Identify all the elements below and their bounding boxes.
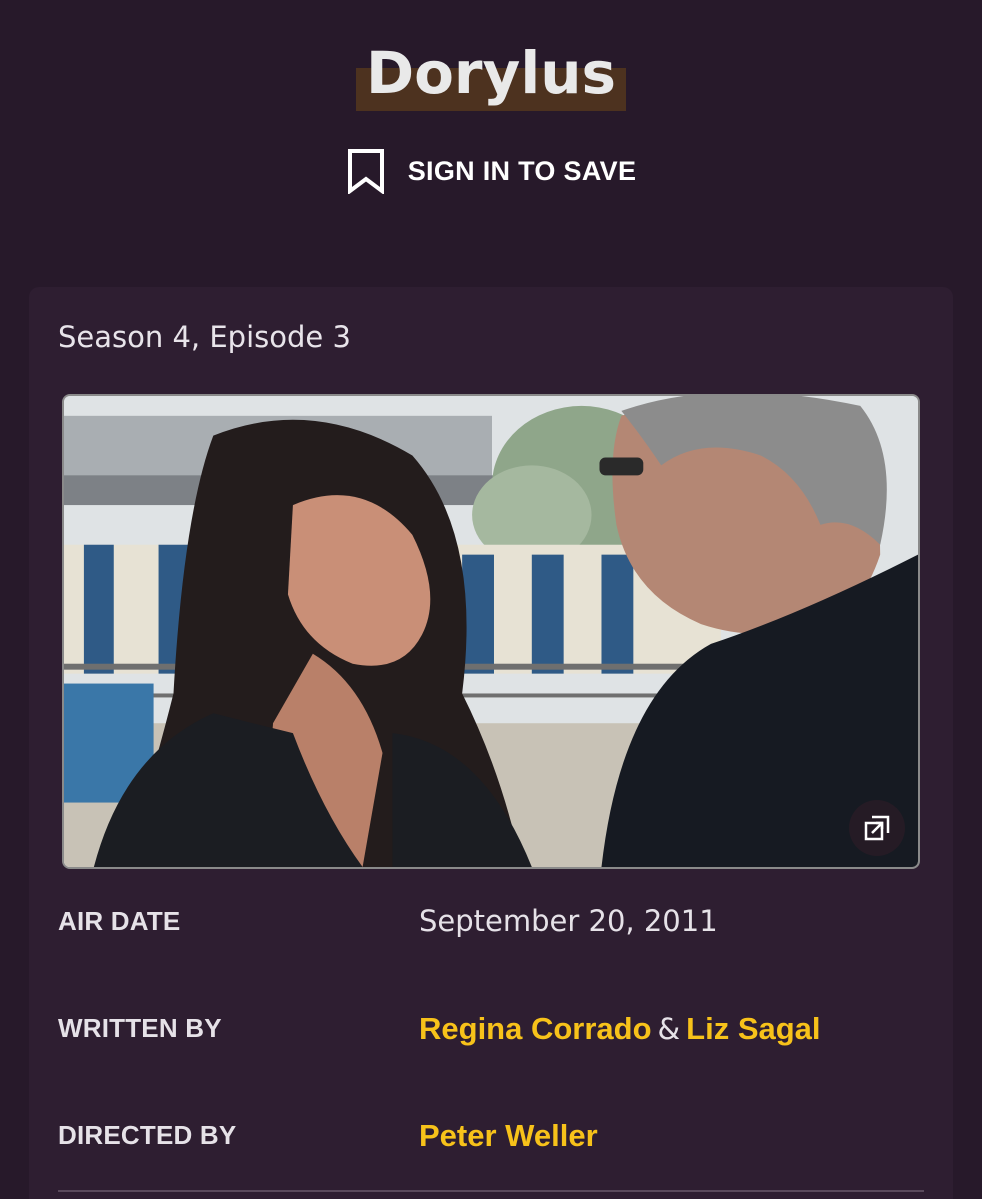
season-episode-label: Season 4, Episode 3 — [58, 320, 351, 354]
air-date-label: AIR DATE — [58, 906, 181, 936]
title-container: Dorylus — [0, 38, 982, 108]
writer-link[interactable]: Liz Sagal — [686, 1011, 820, 1046]
writers-separator: & — [657, 1012, 681, 1046]
directed-by-value: Peter Weller — [419, 1118, 598, 1154]
expand-icon — [864, 815, 890, 841]
director-link[interactable]: Peter Weller — [419, 1118, 598, 1153]
sign-in-to-save-button[interactable]: SIGN IN TO SAVE — [0, 148, 982, 194]
written-by-label: WRITTEN BY — [58, 1013, 222, 1043]
written-by-value: Regina Corrado & Liz Sagal — [419, 1011, 821, 1047]
directed-by-label: DIRECTED BY — [58, 1120, 237, 1150]
episode-still-illustration — [64, 396, 918, 867]
episode-still-image[interactable] — [62, 394, 920, 869]
writer-link[interactable]: Regina Corrado — [419, 1011, 652, 1046]
expand-image-button[interactable] — [849, 800, 905, 856]
page-title: Dorylus — [365, 39, 617, 107]
sign-in-to-save-label: SIGN IN TO SAVE — [407, 155, 637, 186]
bookmark-icon — [347, 149, 384, 194]
air-date-value: September 20, 2011 — [419, 904, 718, 938]
divider — [58, 1190, 924, 1192]
